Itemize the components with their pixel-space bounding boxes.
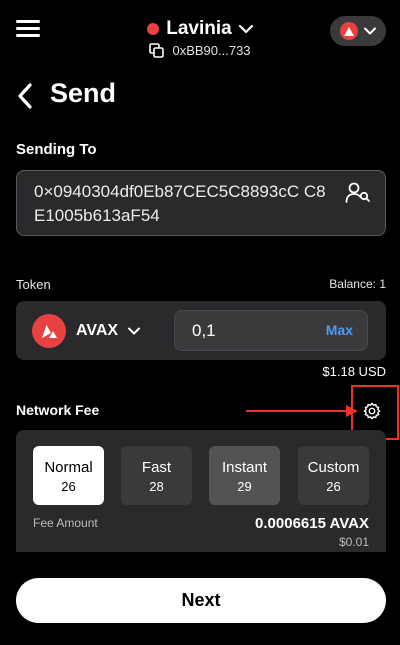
fee-option-value: 29 xyxy=(237,479,252,494)
copy-address-button[interactable]: 0xBB90...733 xyxy=(149,43,251,58)
token-label: Token xyxy=(16,277,51,292)
annotation-arrow xyxy=(246,405,358,417)
recipient-address-value: 0×0940304df0Eb87CEC5C8893cC C8E1005b613a… xyxy=(34,182,326,225)
max-button[interactable]: Max xyxy=(326,322,353,338)
fee-option-name: Normal xyxy=(44,459,93,476)
fee-amount-label: Fee Amount xyxy=(33,516,98,530)
amount-field: Max xyxy=(174,310,368,351)
hamburger-menu-icon[interactable] xyxy=(16,20,40,38)
back-button[interactable] xyxy=(14,82,38,110)
next-button[interactable]: Next xyxy=(16,578,386,623)
fee-option-custom[interactable]: Custom 26 xyxy=(298,446,369,505)
network-fee-label: Network Fee xyxy=(16,402,100,418)
account-switcher[interactable]: Lavinia xyxy=(147,18,253,40)
fee-option-normal[interactable]: Normal 26 xyxy=(33,446,104,505)
fee-option-name: Fast xyxy=(141,459,172,476)
page-title: Send xyxy=(50,78,117,108)
copy-icon xyxy=(149,43,165,58)
usd-value: $1.18 USD xyxy=(322,364,386,379)
avalanche-icon xyxy=(340,22,358,40)
fee-option-value: 28 xyxy=(149,479,164,494)
amount-input[interactable] xyxy=(175,311,315,350)
sending-to-label: Sending To xyxy=(16,141,97,158)
chevron-down-icon xyxy=(364,27,376,35)
fee-option-instant[interactable]: Instant 29 xyxy=(209,446,280,505)
fee-option-name: Custom xyxy=(307,459,360,476)
network-switcher-button[interactable] xyxy=(330,16,386,46)
network-fee-panel: Normal 26 Fast 28 Instant 29 Custom 26 F… xyxy=(16,430,386,552)
fee-amount-value: 0.0006615 AVAX xyxy=(255,515,369,532)
token-selector[interactable]: AVAX xyxy=(32,314,141,348)
fee-option-fast[interactable]: Fast 28 xyxy=(121,446,192,505)
fee-option-value: 26 xyxy=(326,479,341,494)
chevron-down-icon xyxy=(128,327,141,335)
contacts-icon[interactable] xyxy=(345,181,371,205)
account-status-dot xyxy=(147,23,160,35)
token-symbol: AVAX xyxy=(76,322,119,339)
fee-option-name: Instant xyxy=(221,459,268,476)
fee-amount-usd: $0.01 xyxy=(338,535,369,549)
recipient-address-input[interactable]: 0×0940304df0Eb87CEC5C8893cC C8E1005b613a… xyxy=(16,170,386,236)
account-address: 0xBB90...733 xyxy=(172,43,251,58)
chevron-down-icon xyxy=(238,24,253,34)
fee-option-value: 26 xyxy=(61,479,76,494)
balance-text: Balance: 1 xyxy=(329,277,386,291)
token-amount-panel: AVAX Max xyxy=(16,301,386,360)
avax-token-icon xyxy=(32,314,66,348)
account-name: Lavinia xyxy=(166,18,232,39)
chevron-left-icon xyxy=(18,83,32,109)
gear-icon[interactable] xyxy=(363,402,381,420)
